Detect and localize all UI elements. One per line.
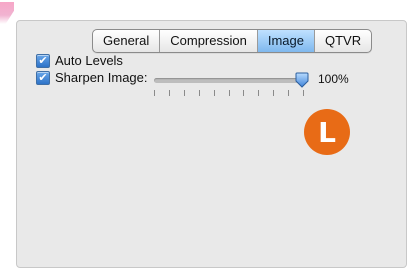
tab-qtvr[interactable]: QTVR (313, 30, 371, 52)
sharpen-image-label: Sharpen Image: (55, 70, 148, 85)
badge-letter: L (318, 115, 336, 149)
window-corner-decoration (0, 2, 14, 24)
slider-ticks (154, 90, 304, 98)
slider-tick (184, 90, 185, 96)
letter-badge: L (304, 109, 350, 155)
tab-general[interactable]: General (93, 30, 159, 52)
slider-tick (229, 90, 230, 96)
tab-compression[interactable]: Compression (159, 30, 257, 52)
slider-track[interactable] (154, 78, 304, 83)
tab-bar: General Compression Image QTVR (92, 29, 373, 53)
slider-tick (214, 90, 215, 96)
sharpen-image-checkbox[interactable]: ✔ (36, 70, 50, 85)
checkmark-icon: ✔ (38, 54, 48, 67)
auto-levels-checkbox[interactable]: ✔ (36, 53, 50, 68)
slider-thumb-icon[interactable] (295, 72, 309, 88)
auto-levels-option[interactable]: ✔ Auto Levels (36, 53, 123, 68)
slider-tick (273, 90, 274, 96)
slider-tick (258, 90, 259, 96)
sharpen-value-label: 100% (318, 72, 349, 86)
auto-levels-label: Auto Levels (55, 53, 123, 68)
slider-tick (169, 90, 170, 96)
slider-tick (303, 90, 304, 96)
slider-tick (199, 90, 200, 96)
sharpen-image-option[interactable]: ✔ Sharpen Image: (36, 70, 148, 85)
sharpen-slider[interactable] (154, 72, 309, 98)
slider-tick (154, 90, 155, 96)
slider-tick (243, 90, 244, 96)
checkmark-icon: ✔ (38, 71, 48, 84)
tab-image[interactable]: Image (256, 30, 314, 52)
slider-tick (288, 90, 289, 96)
